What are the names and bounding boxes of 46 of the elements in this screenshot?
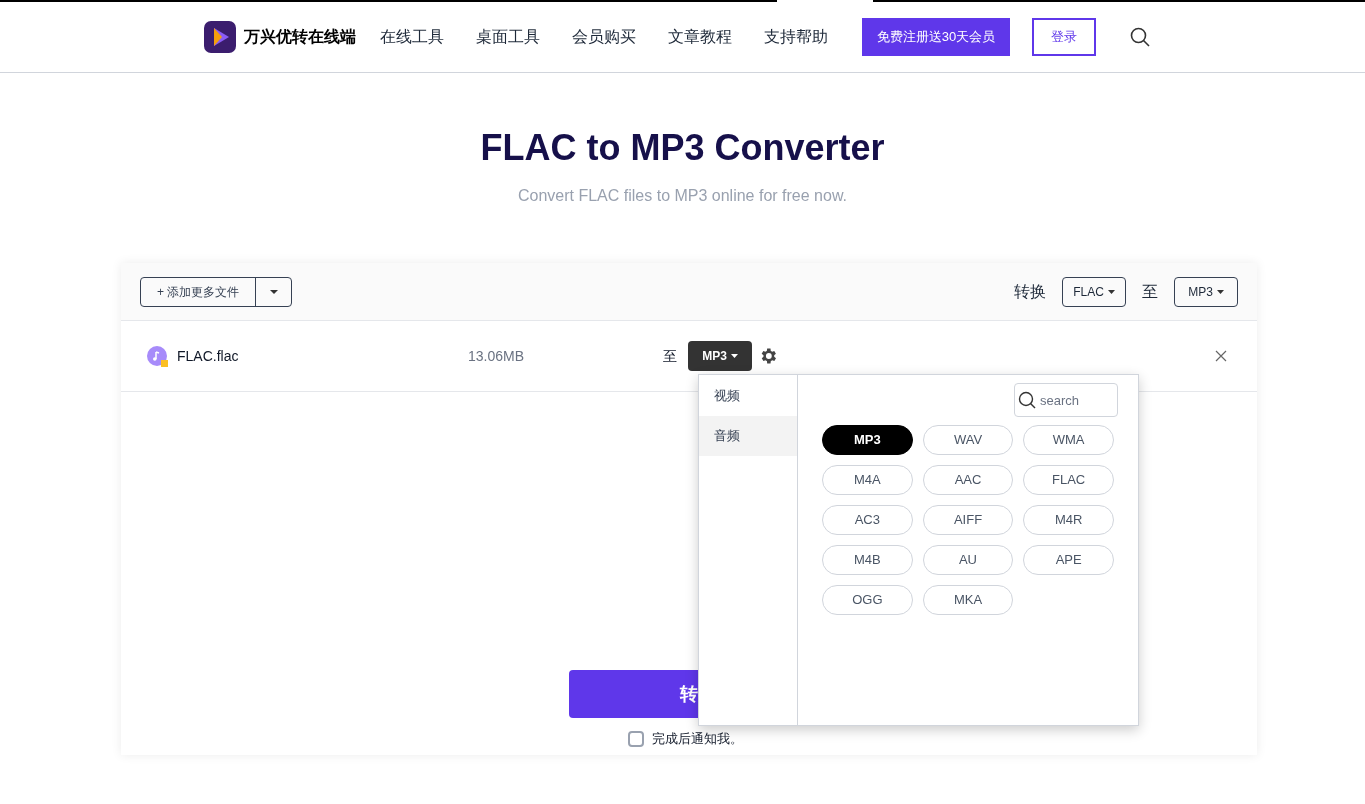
search-icon[interactable] <box>1130 27 1150 47</box>
format-option[interactable]: MP3 <box>822 425 913 455</box>
category-tab[interactable]: 音频 <box>699 416 797 456</box>
search-icon <box>1018 391 1036 409</box>
file-name: FLAC.flac <box>177 346 240 366</box>
format-option[interactable]: FLAC <box>1023 465 1114 495</box>
format-option[interactable]: WAV <box>922 425 1014 455</box>
target-format-dropdown[interactable]: MP3 <box>1174 276 1238 307</box>
page-title: FLAC to MP3 Converter <box>479 126 886 170</box>
nav-link[interactable]: 支持帮助 <box>764 25 828 49</box>
caret-icon <box>269 289 278 294</box>
format-option[interactable]: WMA <box>1023 425 1114 455</box>
caret-icon <box>1107 289 1115 294</box>
logo-icon[interactable] <box>204 21 236 53</box>
format-option[interactable]: M4B <box>822 545 913 575</box>
search-field[interactable]: search <box>1014 383 1118 417</box>
source-format-dropdown[interactable]: FLAC <box>1062 276 1126 307</box>
format-option[interactable]: AU <box>922 545 1014 575</box>
caret-icon <box>1216 289 1224 294</box>
notify-label: 完成后通知我。 <box>652 730 743 748</box>
caret-icon <box>730 354 738 358</box>
nav-link[interactable]: 文章教程 <box>668 25 732 49</box>
signup-button[interactable]: 免费注册送30天会员 <box>862 18 1010 56</box>
format-option[interactable]: M4A <box>822 465 913 495</box>
output-format-dropdown[interactable]: MP3 <box>688 341 752 371</box>
nav-link[interactable]: 桌面工具 <box>476 25 540 49</box>
convert-label: 转换 <box>1014 281 1046 302</box>
file-size: 13.06MB <box>468 346 526 366</box>
notify-checkbox[interactable] <box>628 730 644 747</box>
format-option[interactable]: OGG <box>822 585 913 615</box>
format-option[interactable]: AC3 <box>822 505 913 535</box>
close-icon[interactable] <box>1215 350 1227 362</box>
to-label: 至 <box>663 346 677 366</box>
login-button[interactable]: 登录 <box>1032 18 1096 56</box>
nav-link[interactable]: 在线工具 <box>380 25 444 49</box>
format-option[interactable]: AAC <box>922 465 1014 495</box>
brand-name[interactable]: 万兴优转在线端 <box>244 25 356 49</box>
page-subtitle: Convert FLAC files to MP3 online for free now. <box>516 186 848 206</box>
audio-file-icon <box>147 345 168 367</box>
to-label: 至 <box>1142 281 1158 302</box>
format-option[interactable]: AIFF <box>922 505 1014 535</box>
format-option[interactable]: MKA <box>922 585 1014 615</box>
category-tab[interactable]: 视频 <box>699 376 797 416</box>
nav-link[interactable]: 会员购买 <box>572 25 636 49</box>
format-option[interactable]: M4R <box>1023 505 1114 535</box>
format-option[interactable]: APE <box>1023 545 1114 575</box>
